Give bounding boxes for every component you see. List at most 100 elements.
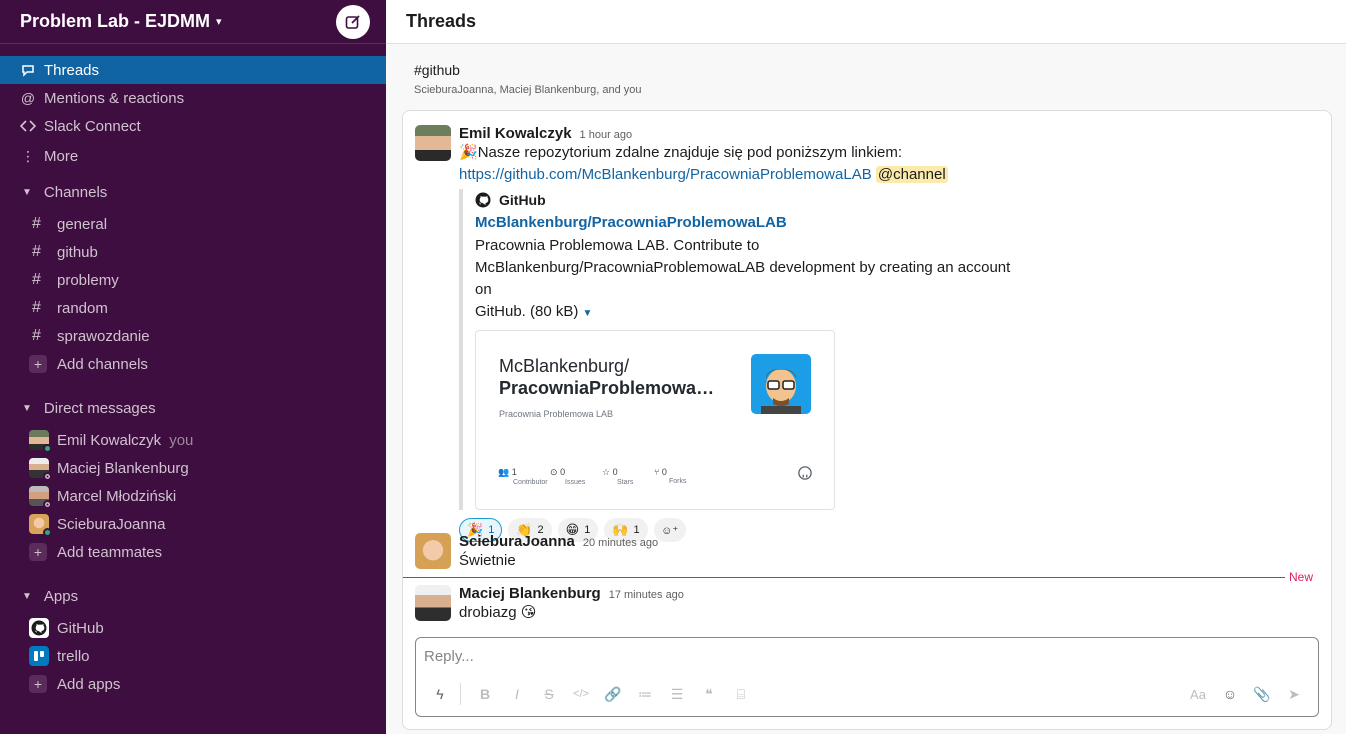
italic-icon[interactable]: I	[501, 682, 533, 706]
message: ScieburaJoanna 20 minutes ago Świetnie	[415, 533, 658, 572]
section-heading: Direct messages	[43, 399, 156, 417]
bulleted-list-icon[interactable]: ☰	[661, 682, 693, 706]
dm-label: Marcel Młodziński	[57, 487, 177, 505]
dm-item-maciej[interactable]: Maciej Blankenburg	[0, 454, 386, 482]
sidebar-item-label: Mentions & reactions	[44, 89, 185, 107]
add-teammates-button[interactable]: + Add teammates	[0, 538, 386, 566]
app-label: trello	[57, 647, 90, 665]
plus-icon: +	[29, 543, 47, 561]
app-item-github[interactable]: GitHub	[0, 614, 386, 642]
stat-contributors: 👥 1 Contributor	[498, 467, 550, 486]
strikethrough-icon[interactable]: S	[533, 682, 565, 706]
workspace-switcher[interactable]: Problem Lab - EJDMM ▾	[20, 11, 222, 32]
code-icon[interactable]: </>	[565, 682, 597, 706]
channel-item-problemy[interactable]: # problemy	[0, 266, 386, 294]
channel-item-general[interactable]: # general	[0, 210, 386, 238]
hash-icon: #	[32, 299, 41, 316]
channel-item-sprawozdanie[interactable]: # sprawozdanie	[0, 322, 386, 350]
shortcuts-lightning-icon[interactable]: ϟ	[424, 682, 456, 706]
section-heading: Channels	[43, 183, 108, 201]
attachment-icon[interactable]: 📎	[1246, 682, 1278, 706]
avatar[interactable]	[415, 585, 451, 621]
add-apps-button[interactable]: + Add apps	[0, 670, 386, 698]
sidebar: Problem Lab - EJDMM ▾ Threads @ Mentions…	[0, 0, 386, 734]
caret-down-icon: ▼	[22, 186, 32, 198]
stat-label: Contributor	[513, 479, 548, 486]
unfurl-source-label: GitHub	[499, 192, 546, 208]
presence-away-icon	[43, 472, 52, 481]
message-link-line: https://github.com/McBlankenburg/Pracown…	[459, 164, 1029, 186]
at-icon: @	[20, 90, 36, 106]
avatar[interactable]	[415, 533, 451, 569]
sidebar-item-label: More	[44, 147, 79, 165]
channel-label: problemy	[57, 271, 119, 289]
dm-item-marcel[interactable]: Marcel Młodziński	[0, 482, 386, 510]
message-timestamp[interactable]: 1 hour ago	[580, 129, 633, 141]
message-author[interactable]: Emil Kowalczyk	[459, 125, 572, 142]
channel-label: sprawozdanie	[57, 327, 150, 345]
message-timestamp[interactable]: 17 minutes ago	[609, 589, 684, 601]
people-icon: 👥	[498, 467, 510, 477]
you-label: you	[169, 431, 194, 449]
thread-channel-link[interactable]: #github	[414, 62, 1346, 78]
dms-section-toggle[interactable]: ▼ Direct messages	[0, 394, 386, 422]
repo-link[interactable]: https://github.com/McBlankenburg/Pracown…	[459, 166, 872, 183]
stat-forks: ⑂ 0 Forks	[654, 467, 706, 486]
unfurl-source: GitHub	[475, 189, 1029, 211]
workspace-header: Problem Lab - EJDMM ▾	[0, 0, 386, 44]
collapse-caret-icon[interactable]: ▼	[583, 308, 593, 319]
message: Emil Kowalczyk 1 hour ago 🎉Nasze repozyt…	[415, 125, 1029, 542]
channel-mention[interactable]: @channel	[875, 166, 948, 183]
reply-input[interactable]	[424, 648, 1284, 665]
preview-subtitle: Pracownia Problemowa LAB	[499, 409, 614, 419]
unfurl-desc-line: GitHub. (80 kB)	[475, 303, 579, 320]
message-text-content: Nasze repozytorium zdalne znajduje się p…	[477, 144, 903, 161]
sidebar-item-more[interactable]: ⋮ More	[0, 140, 386, 172]
add-apps-label: Add apps	[57, 675, 121, 693]
channels-section-toggle[interactable]: ▼ Channels	[0, 178, 386, 206]
avatar[interactable]	[415, 125, 451, 161]
plus-icon: +	[29, 355, 47, 373]
unfurl-preview-image[interactable]: McBlankenburg/ PracowniaProblemowaLAB Pr…	[475, 330, 835, 510]
add-channels-button[interactable]: + Add channels	[0, 350, 386, 378]
message-text-content: drobiazg	[459, 604, 517, 621]
link-icon[interactable]: 🔗	[597, 682, 629, 706]
issue-icon: ⊙	[550, 467, 558, 477]
hash-icon: #	[32, 327, 41, 344]
add-reaction-button[interactable]: ☺⁺	[653, 518, 686, 542]
apps-section-toggle[interactable]: ▼ Apps	[0, 582, 386, 610]
chevron-down-icon: ▾	[216, 16, 222, 28]
dm-item-emil[interactable]: Emil Kowalczyk you	[0, 426, 386, 454]
channel-item-random[interactable]: # random	[0, 294, 386, 322]
message-author[interactable]: ScieburaJoanna	[459, 533, 575, 550]
toolbar-divider	[460, 683, 461, 705]
caret-down-icon: ▼	[22, 590, 32, 602]
bold-icon[interactable]: B	[469, 682, 501, 706]
sidebar-item-mentions[interactable]: @ Mentions & reactions	[0, 84, 386, 112]
blockquote-icon[interactable]: ❝	[693, 682, 725, 706]
send-icon[interactable]: ➤	[1278, 682, 1310, 706]
emoji-icon[interactable]: ☺	[1214, 682, 1246, 706]
sidebar-item-slack-connect[interactable]: Slack Connect	[0, 112, 386, 140]
unfurl-title-link[interactable]: McBlankenburg/PracowniaProblemowaLAB	[475, 211, 1029, 235]
compose-button[interactable]	[336, 4, 370, 39]
hash-icon: #	[32, 243, 41, 260]
message-text: 🎉Nasze repozytorium zdalne znajduje się …	[459, 142, 1029, 164]
sidebar-nav: Threads @ Mentions & reactions Slack Con…	[0, 44, 386, 698]
sidebar-item-label: Slack Connect	[44, 117, 141, 135]
dm-item-joanna[interactable]: ScieburaJoanna	[0, 510, 386, 538]
sidebar-item-threads[interactable]: Threads	[0, 56, 386, 84]
app-item-trello[interactable]: trello	[0, 642, 386, 670]
code-block-icon[interactable]: ⌸	[725, 682, 757, 706]
message-timestamp[interactable]: 20 minutes ago	[583, 537, 658, 549]
section-heading: Apps	[43, 587, 79, 605]
stat-label: Stars	[617, 479, 634, 486]
hash-icon: #	[32, 271, 41, 288]
message-author[interactable]: Maciej Blankenburg	[459, 585, 601, 602]
avatar	[29, 486, 52, 509]
channel-item-github[interactable]: # github	[0, 238, 386, 266]
formatting-toggle[interactable]: Aa	[1182, 682, 1214, 706]
ordered-list-icon[interactable]: ≔	[629, 682, 661, 706]
stat-count: 0	[560, 467, 566, 477]
stat-count: 1	[511, 467, 517, 477]
